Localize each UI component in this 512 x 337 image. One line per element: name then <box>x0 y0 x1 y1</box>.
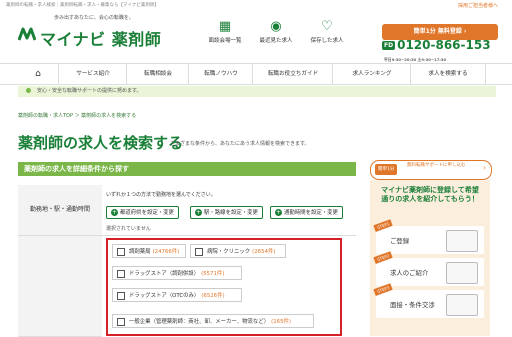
commute-button[interactable]: + 通勤時間を設定・変更 <box>270 206 343 219</box>
category-label-cell <box>18 236 102 337</box>
recent-jobs-label: 最近見た求人 <box>259 38 293 44</box>
plus-icon: + <box>111 209 118 216</box>
nav-service[interactable]: サービス紹介 <box>58 64 127 84</box>
sidebar-cta-text: 無料転職サポートに申し込む <box>407 163 466 168</box>
home-icon: ⌂ <box>35 69 41 79</box>
page-subtitle: さまざまな条件から、あなたにあう求人情報を検索できます。 <box>170 141 310 147</box>
commute-button-label: 通勤時間を設定・変更 <box>284 210 338 216</box>
highlight-box <box>106 238 342 336</box>
chevron-right-icon: › <box>483 164 486 172</box>
brand-tagline: 歩み出すあなたに、会心の転職を。 <box>54 15 134 21</box>
eye-icon: ◉ <box>270 19 282 34</box>
phone-digits: 0120-866-153 <box>397 38 491 52</box>
prefecture-button[interactable]: + 都道府県を設定・変更 <box>106 206 179 219</box>
section-title: 薬剤師の求人を詳細条件から探す <box>18 162 356 176</box>
freedial-badge: FD <box>382 41 396 50</box>
venue-list-link[interactable]: ▦ 面談会場一覧 <box>202 19 248 45</box>
nav-ranking[interactable]: 求人ランキング <box>332 64 411 84</box>
step-label: ご登録 <box>390 237 410 245</box>
sidebar-cta-button[interactable]: 簡単1分 無料転職サポートに申し込む › <box>370 160 492 180</box>
logo-mark-icon[interactable] <box>17 26 37 42</box>
prefecture-button-label: 都道府県を設定・変更 <box>120 210 174 216</box>
nav-knowhow[interactable]: 転職ノウハウ <box>188 64 253 84</box>
station-button-label: 駅・路線を設定・変更 <box>204 210 258 216</box>
step-register: STEP1 ご登録 <box>373 219 484 254</box>
notice-bullet-icon <box>26 88 31 93</box>
meeting-illustration-icon <box>446 294 478 316</box>
step-introduction: STEP2 求人のご紹介 <box>373 251 484 286</box>
step-interview: STEP3 面接・条件交渉 <box>373 283 484 318</box>
recent-jobs-link[interactable]: ◉ 最近見た求人 <box>253 19 299 45</box>
heart-icon: ♡ <box>321 19 333 34</box>
nav-home[interactable]: ⌂ <box>18 64 58 84</box>
notice-text: 安心・安全な転職サポートの提供に努めます。 <box>37 88 142 94</box>
location-hint: いずれか１つの方法で勤務地を選んでください。 <box>106 192 216 198</box>
breadcrumb[interactable]: 薬剤師の転職・求人TOP ＞ 薬剤師の求人を検索する <box>18 112 136 119</box>
brand-name[interactable]: マイナビ 薬剤師 <box>40 26 161 50</box>
location-label: 勤務地・駅・通勤時間 <box>18 185 102 236</box>
step-label: 求人のご紹介 <box>390 269 429 277</box>
building-icon: ▦ <box>218 19 232 34</box>
main-nav: ⌂ サービス紹介 転職相談会 転職ノウハウ 転職お役立ちガイド 求人ランキング … <box>0 63 512 85</box>
documents-illustration-icon <box>446 262 478 284</box>
nav-consult[interactable]: 転職相談会 <box>126 64 189 84</box>
nav-guide[interactable]: 転職お役立ちガイド <box>252 64 333 84</box>
sidebar-cta-tag: 簡単1分 <box>375 164 398 175</box>
none-selected-text: 選択されていません <box>106 226 151 232</box>
saved-jobs-label: 保存した求人 <box>310 38 344 44</box>
plus-icon: + <box>275 209 282 216</box>
phone-hours: 平日9:30~20:30 土9:30~17:30 <box>384 56 447 62</box>
page-title: 薬剤師の求人を検索する <box>18 134 184 152</box>
nav-search[interactable]: 求人を検索する <box>410 64 486 84</box>
venue-list-label: 面談会場一覧 <box>208 38 242 44</box>
hiring-link[interactable]: 採用ご担当者様へ <box>458 2 498 9</box>
plus-icon: + <box>195 209 202 216</box>
saved-jobs-link[interactable]: ♡ 保存した求人 <box>304 19 350 45</box>
sidebar-heading: マイナビ薬剤師に登録して希望通りの求人を紹介してもらう！ <box>381 186 479 203</box>
station-button[interactable]: + 駅・路線を設定・変更 <box>190 206 263 219</box>
step-label: 面接・条件交渉 <box>390 301 435 309</box>
notice-bar: 安心・安全な転職サポートの提供に努めます。 <box>18 86 496 97</box>
laptop-illustration-icon <box>446 230 478 252</box>
top-note: 薬剤師の転職・求人検索｜薬剤師転職・求人・募集なら【マイナビ薬剤師】 <box>6 3 159 8</box>
phone-number[interactable]: FD 0120-866-153 平日9:30~20:30 土9:30~17:30 <box>382 38 498 61</box>
